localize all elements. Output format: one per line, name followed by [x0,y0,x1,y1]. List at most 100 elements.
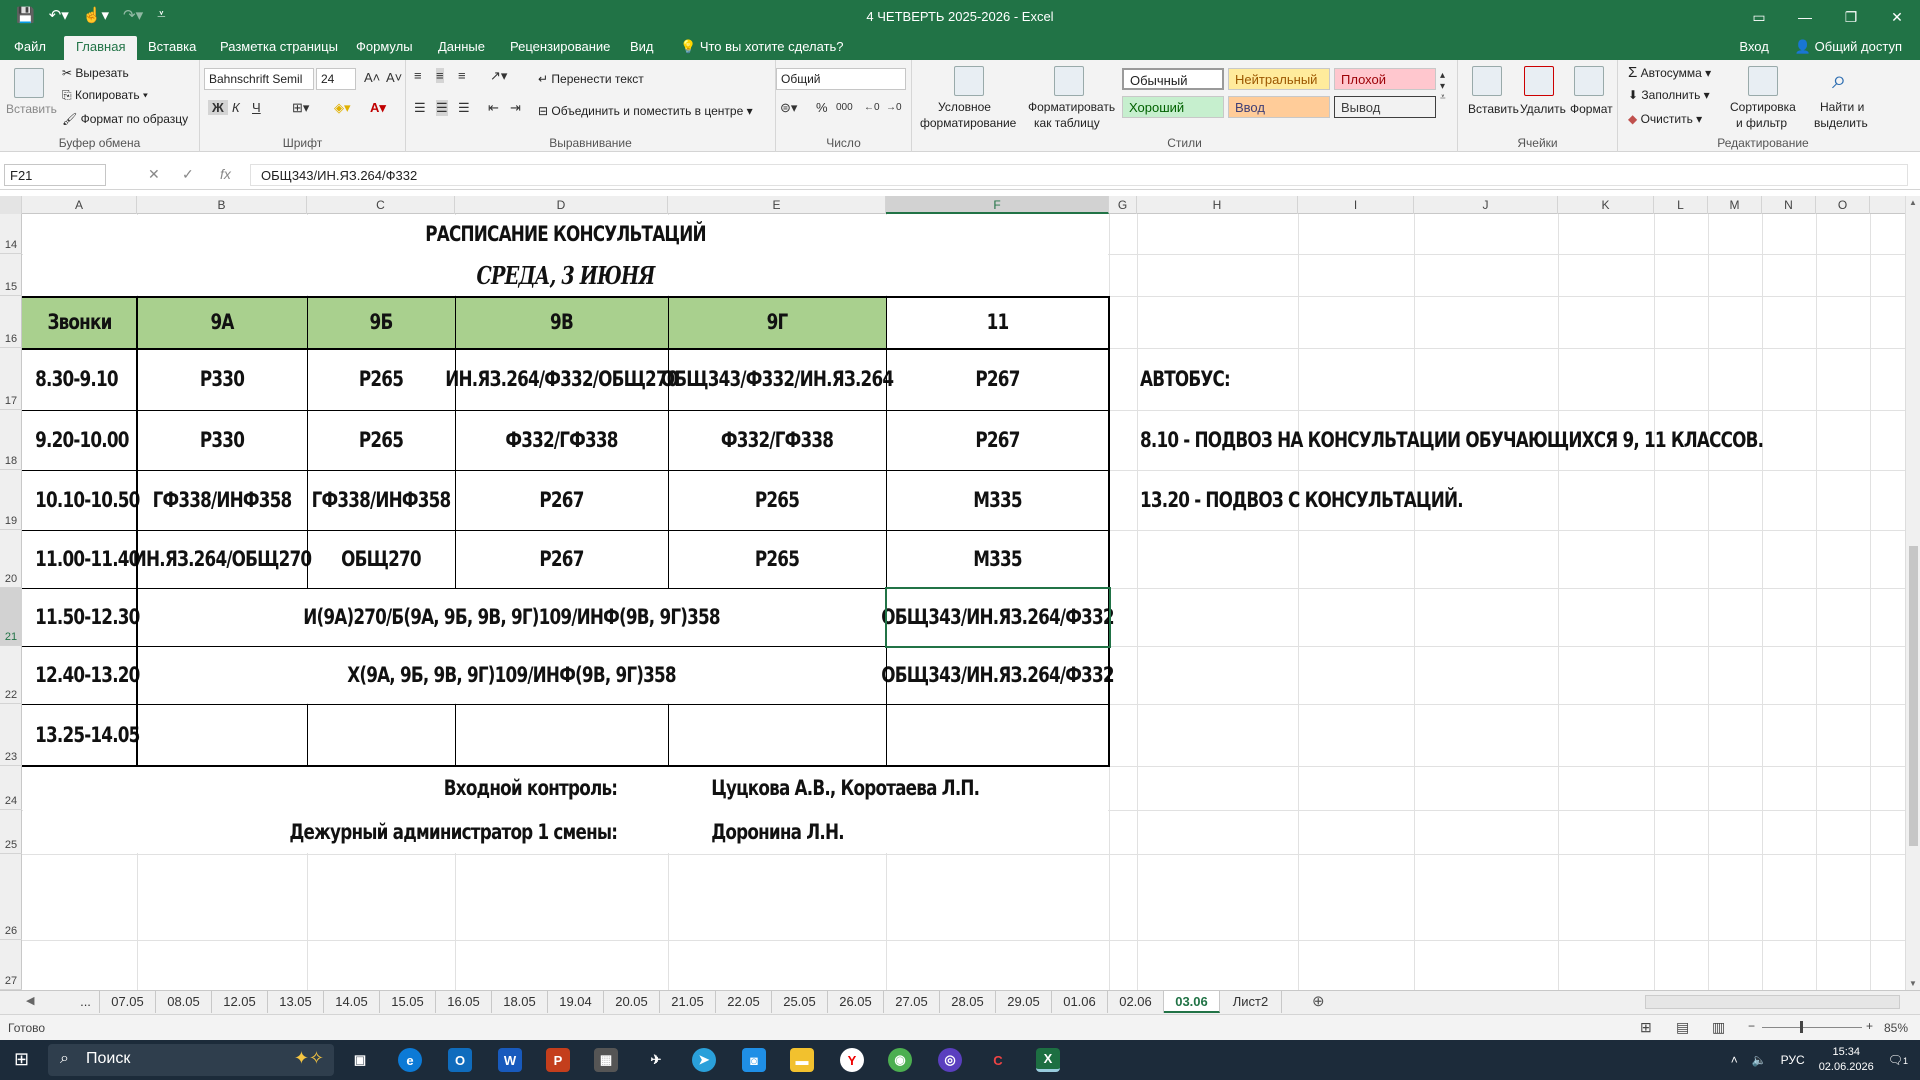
conditional-formatting-icon[interactable] [954,66,984,96]
tab-insert[interactable]: Вставка [148,39,196,54]
row-header-18[interactable]: 18 [0,410,22,470]
lesson-cell[interactable]: М335 [908,530,1086,588]
style-output[interactable]: Вывод [1334,96,1436,118]
font-size-combo[interactable]: 24 [316,68,356,90]
lesson-cell[interactable]: Р330 [154,348,290,410]
tray-chevron-icon[interactable]: ˄ [1731,1053,1738,1067]
lesson-cell[interactable]: ГФ338/ИНФ358 [312,470,452,530]
sheet-tab[interactable]: 27.05 [884,991,940,1013]
tell-me[interactable]: 💡 Что вы хотите сделать? [680,39,844,55]
zoom-out-icon[interactable]: − [1748,1019,1755,1033]
prev-sheet-icon[interactable]: ◀ [26,994,34,1007]
messenger-icon[interactable]: ◙ [742,1048,766,1072]
sort-filter-icon[interactable] [1748,66,1778,96]
clear-button[interactable]: ◆ Очистить ▾ [1628,112,1702,126]
vertical-scroll-thumb[interactable] [1909,546,1918,846]
word-icon[interactable]: W [498,1048,522,1072]
add-sheet-icon[interactable]: ⊕ [1312,992,1325,1010]
lesson-cell[interactable]: Р265 [690,530,864,588]
scroll-up-icon[interactable]: ▲ [1909,198,1917,207]
time-cell[interactable]: 9.20-10.00 [34,410,129,470]
fill-color-icon[interactable]: ◈▾ [334,100,351,116]
powerpoint-icon[interactable]: P [546,1048,570,1072]
borders-icon[interactable]: ⊞▾ [292,100,309,116]
column-header-h[interactable]: H [1137,196,1298,214]
system-clock[interactable]: 15:34 02.06.2026 [1819,1045,1874,1075]
column-header-g[interactable]: G [1109,196,1137,214]
app-icon[interactable]: ✈ [644,1048,668,1072]
admin-label[interactable]: Дежурный администратор 1 смены: [240,810,621,854]
accounting-icon[interactable]: ⊜▾ [780,100,797,116]
zoom-slider-thumb[interactable] [1800,1021,1803,1033]
style-input[interactable]: Ввод [1228,96,1330,118]
ribbon-display-icon[interactable]: ▭ [1736,0,1782,34]
vertical-scrollbar[interactable]: ▲ ▼ [1905,196,1920,990]
merged-lesson-cell[interactable]: И(9А)270/Б(9А, 9Б, 9В, 9Г)109/ИНФ(9В, 9Г… [212,588,811,646]
sort-filter-label-1[interactable]: Сортировка [1730,100,1796,114]
column-header-d[interactable]: D [455,196,668,214]
format-cells-icon[interactable] [1574,66,1604,96]
outlook-icon[interactable]: O [448,1048,472,1072]
bold-button[interactable]: Ж [208,100,228,115]
taskbar-search[interactable]: ⌕ Поиск ✦✧ [48,1044,334,1076]
copy-button[interactable]: ⎘ Копировать ▾ [62,88,148,103]
sheet-tab-active[interactable]: 03.06 [1164,991,1220,1013]
insert-cells-label[interactable]: Вставить [1468,102,1519,116]
sheet-tab[interactable]: 22.05 [716,991,772,1013]
row-header-19[interactable]: 19 [0,470,22,530]
format-cells-label[interactable]: Формат [1570,102,1613,116]
task-view-icon[interactable]: ▣ [348,1048,372,1072]
lesson-cell[interactable]: ИН.ЯЗ.264/Ф332/ОБЩ270 [445,348,678,410]
tab-home[interactable]: Главная [64,36,138,60]
lesson-cell[interactable]: ИН.ЯЗ.264/ОБЩ270 [133,530,312,588]
time-cell[interactable]: 8.30-9.10 [34,348,126,410]
sheet-tab[interactable]: 01.06 [1052,991,1108,1013]
lesson-cell[interactable]: Р267 [908,410,1086,470]
function-icon[interactable]: fx [220,166,231,182]
sheet-tab[interactable]: 28.05 [940,991,996,1013]
wrap-text-button[interactable]: ↵ Перенести текст [538,72,644,86]
delete-cells-label[interactable]: Удалить [1520,102,1566,116]
lesson-cell[interactable]: ОБЩ270 [322,530,440,588]
chrome-icon[interactable]: ◉ [888,1048,912,1072]
header-cell-9g[interactable]: 9Г [690,296,864,348]
time-cell[interactable]: 12.40-13.20 [34,646,140,704]
header-cell-9a[interactable]: 9А [154,296,290,348]
lesson-cell[interactable]: ГФ338/ИНФ358 [153,470,293,530]
schedule-date[interactable]: СРЕДА, 3 ИЮНЯ [131,254,1001,296]
merge-center-button[interactable]: ⊟ Объединить и поместить в центре ▾ [538,104,753,118]
sheet-tab[interactable]: 13.05 [268,991,324,1013]
sheet-tab[interactable]: 02.06 [1108,991,1164,1013]
find-select-label-2[interactable]: выделить [1814,116,1868,130]
column-header-i[interactable]: I [1298,196,1414,214]
format-as-table-icon[interactable] [1054,66,1084,96]
lesson-cell[interactable]: Ф332/ГФ338 [690,410,864,470]
sheet-tab[interactable]: 18.05 [492,991,548,1013]
time-cell[interactable]: 11.50-12.30 [34,588,140,646]
excel-taskbar-icon[interactable]: X [1036,1048,1060,1072]
style-normal[interactable]: Обычный [1122,68,1224,90]
page-layout-view-icon[interactable]: ▤ [1676,1019,1689,1036]
number-format-combo[interactable]: Общий [776,68,906,90]
row-header-15[interactable]: 15 [0,254,22,296]
time-cell[interactable]: 13.25-14.05 [34,704,140,766]
tab-view[interactable]: Вид [630,39,654,54]
entry-control-label[interactable]: Входной контроль: [240,766,621,810]
format-as-table-label-1[interactable]: Форматировать [1028,100,1115,114]
sheet-tab-more[interactable]: ... [72,991,100,1013]
column-header-o[interactable]: O [1816,196,1870,214]
increase-decimal-icon[interactable]: ←0 [864,102,880,113]
row-header-23[interactable]: 23 [0,704,22,766]
close-icon[interactable]: ✕ [1874,0,1920,34]
orientation-icon[interactable]: ↗▾ [490,68,507,84]
share-button[interactable]: 👤 Общий доступ [1795,39,1902,55]
formula-input[interactable]: ОБЩ343/ИН.ЯЗ.264/Ф332 [250,164,1908,186]
align-left-icon[interactable]: ☰ [414,100,426,116]
lesson-cell[interactable]: ОБЩ343/Ф332/ИН.ЯЗ.264 [661,348,894,410]
style-bad[interactable]: Плохой [1334,68,1436,90]
bus-title[interactable]: АВТОБУС: [1140,348,1460,410]
align-center-icon[interactable]: ☰ [436,100,448,116]
calculator-icon[interactable]: ▦ [594,1048,618,1072]
horizontal-scrollbar[interactable] [1645,995,1900,1009]
find-select-label-1[interactable]: Найти и [1820,100,1864,114]
